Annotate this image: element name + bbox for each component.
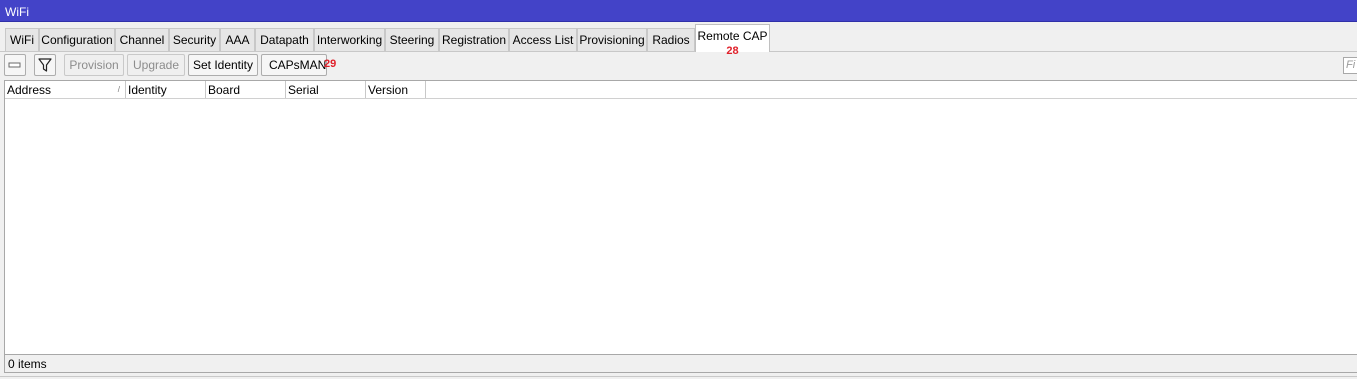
toolbar: Provision Upgrade Set Identity CAPsMAN bbox=[0, 52, 1357, 80]
table-header: Address / Identity Board Serial Version bbox=[5, 81, 1357, 99]
tab-label: Interworking bbox=[316, 33, 383, 47]
divider bbox=[0, 376, 1357, 377]
filter-button[interactable] bbox=[34, 54, 56, 76]
tab-steering[interactable]: Steering bbox=[385, 28, 439, 51]
tab-label: Channel bbox=[119, 33, 165, 47]
minus-icon bbox=[8, 62, 21, 68]
tab-configuration[interactable]: Configuration bbox=[39, 28, 115, 51]
tab-label: Radios bbox=[652, 33, 690, 47]
column-header-identity[interactable]: Identity bbox=[126, 81, 206, 98]
column-header-address[interactable]: Address / bbox=[5, 81, 126, 98]
column-header-serial[interactable]: Serial bbox=[286, 81, 366, 98]
remote-cap-table: Address / Identity Board Serial Version bbox=[4, 80, 1357, 355]
items-count: 0 items bbox=[8, 357, 47, 371]
tab-label: Access List bbox=[512, 33, 574, 47]
column-header-version[interactable]: Version bbox=[366, 81, 426, 98]
set-identity-button[interactable]: Set Identity bbox=[188, 54, 258, 76]
tab-label: AAA bbox=[225, 33, 250, 47]
tab-label: Steering bbox=[389, 33, 435, 47]
tab-label: Datapath bbox=[260, 33, 309, 47]
tab-interworking[interactable]: Interworking bbox=[314, 28, 385, 51]
tab-label: Configuration bbox=[41, 33, 113, 47]
tab-access-list[interactable]: Access List bbox=[509, 28, 577, 51]
column-label: Serial bbox=[288, 83, 319, 97]
capsman-button[interactable]: CAPsMAN bbox=[261, 54, 327, 76]
capsman-badge: 29 bbox=[324, 58, 337, 70]
tab-label: Security bbox=[172, 33, 217, 47]
find-input[interactable]: Fi bbox=[1343, 57, 1357, 74]
column-header-board[interactable]: Board bbox=[206, 81, 286, 98]
tab-aaa[interactable]: AAA bbox=[220, 28, 255, 51]
remove-button[interactable] bbox=[4, 54, 26, 76]
tab-label: WiFi bbox=[10, 33, 34, 47]
tab-badge: 28 bbox=[726, 45, 739, 57]
tab-datapath[interactable]: Datapath bbox=[255, 28, 314, 51]
tab-label: Registration bbox=[441, 33, 507, 47]
tab-wifi[interactable]: WiFi bbox=[5, 28, 39, 51]
tab-radios[interactable]: Radios bbox=[647, 28, 695, 51]
column-label: Identity bbox=[128, 83, 167, 97]
status-bar: 0 items bbox=[4, 355, 1357, 373]
column-label: Version bbox=[368, 83, 409, 97]
tab-registration[interactable]: Registration bbox=[439, 28, 509, 51]
tab-strip: WiFi Configuration Channel Security AAA … bbox=[0, 22, 1357, 57]
tab-remote-cap[interactable]: Remote CAP 28 bbox=[695, 24, 770, 57]
tab-security[interactable]: Security bbox=[169, 28, 220, 51]
capsman-label: CAPsMAN bbox=[269, 58, 327, 72]
tab-label: Remote CAP bbox=[697, 29, 768, 43]
provision-button[interactable]: Provision bbox=[64, 54, 124, 76]
sort-indicator-icon: / bbox=[117, 85, 120, 94]
window-title: WiFi bbox=[5, 5, 29, 19]
filter-funnel-icon bbox=[38, 58, 52, 72]
tab-label: Provisioning bbox=[579, 33, 645, 47]
column-label: Board bbox=[208, 83, 241, 97]
tab-channel[interactable]: Channel bbox=[115, 28, 169, 51]
window-title-bar: WiFi bbox=[0, 0, 1357, 22]
upgrade-button[interactable]: Upgrade bbox=[127, 54, 185, 76]
tab-provisioning[interactable]: Provisioning bbox=[577, 28, 647, 51]
column-label: Address bbox=[7, 83, 52, 97]
